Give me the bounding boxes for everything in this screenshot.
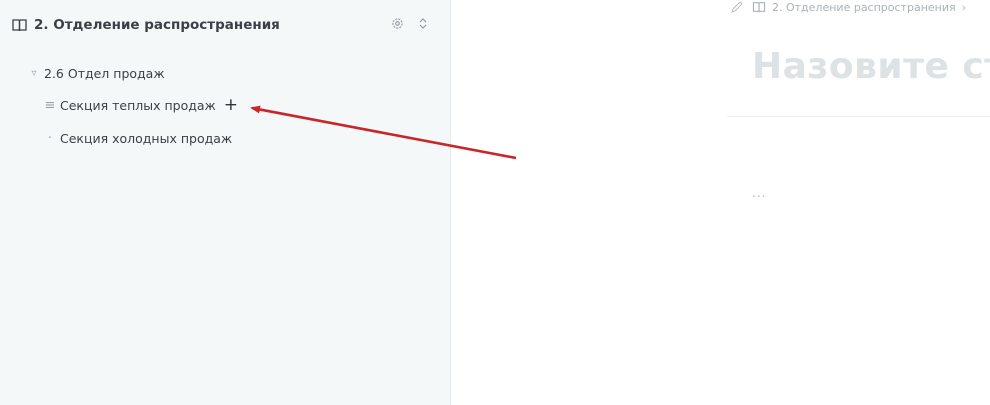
book-icon xyxy=(12,18,27,32)
sidebar-actions xyxy=(390,16,430,30)
sidebar-header: 2. Отделение распространения xyxy=(12,14,434,36)
sidebar-title: 2. Отделение распространения xyxy=(34,17,280,33)
sidebar: 2. Отделение распространения ▿ 2.6 Отдел… xyxy=(0,0,451,405)
tree-item-label: Секция холодных продаж xyxy=(60,130,233,146)
breadcrumb-item[interactable]: 2. Отделение распространения xyxy=(772,1,956,14)
tree-item-warm-sales[interactable]: ≡ Секция теплых продаж + xyxy=(44,94,239,116)
pencil-icon[interactable] xyxy=(728,0,746,14)
add-child-button[interactable]: + xyxy=(224,96,238,114)
tree-item-cold-sales[interactable]: · Секция холодных продаж xyxy=(44,127,232,149)
bullet-icon: · xyxy=(47,130,53,146)
tree-item-label: 2.6 Отдел продаж xyxy=(44,65,165,81)
gear-icon[interactable] xyxy=(390,16,404,30)
breadcrumb-separator: › xyxy=(961,0,967,14)
title-divider xyxy=(727,116,990,117)
breadcrumb: 2. Отделение распространения › xyxy=(728,0,966,16)
body-placeholder[interactable]: ... xyxy=(752,186,766,200)
collapse-triangle-icon[interactable]: ▿ xyxy=(28,68,40,79)
tree-item-label: Секция теплых продаж xyxy=(60,97,216,113)
drag-handle-icon[interactable]: ≡ xyxy=(44,98,56,113)
book-icon xyxy=(752,0,766,14)
chevron-updown-icon[interactable] xyxy=(416,16,430,30)
tree-item-sales-department[interactable]: ▿ 2.6 Отдел продаж xyxy=(28,62,165,84)
page-title-placeholder[interactable]: Назовите ст xyxy=(752,46,990,87)
